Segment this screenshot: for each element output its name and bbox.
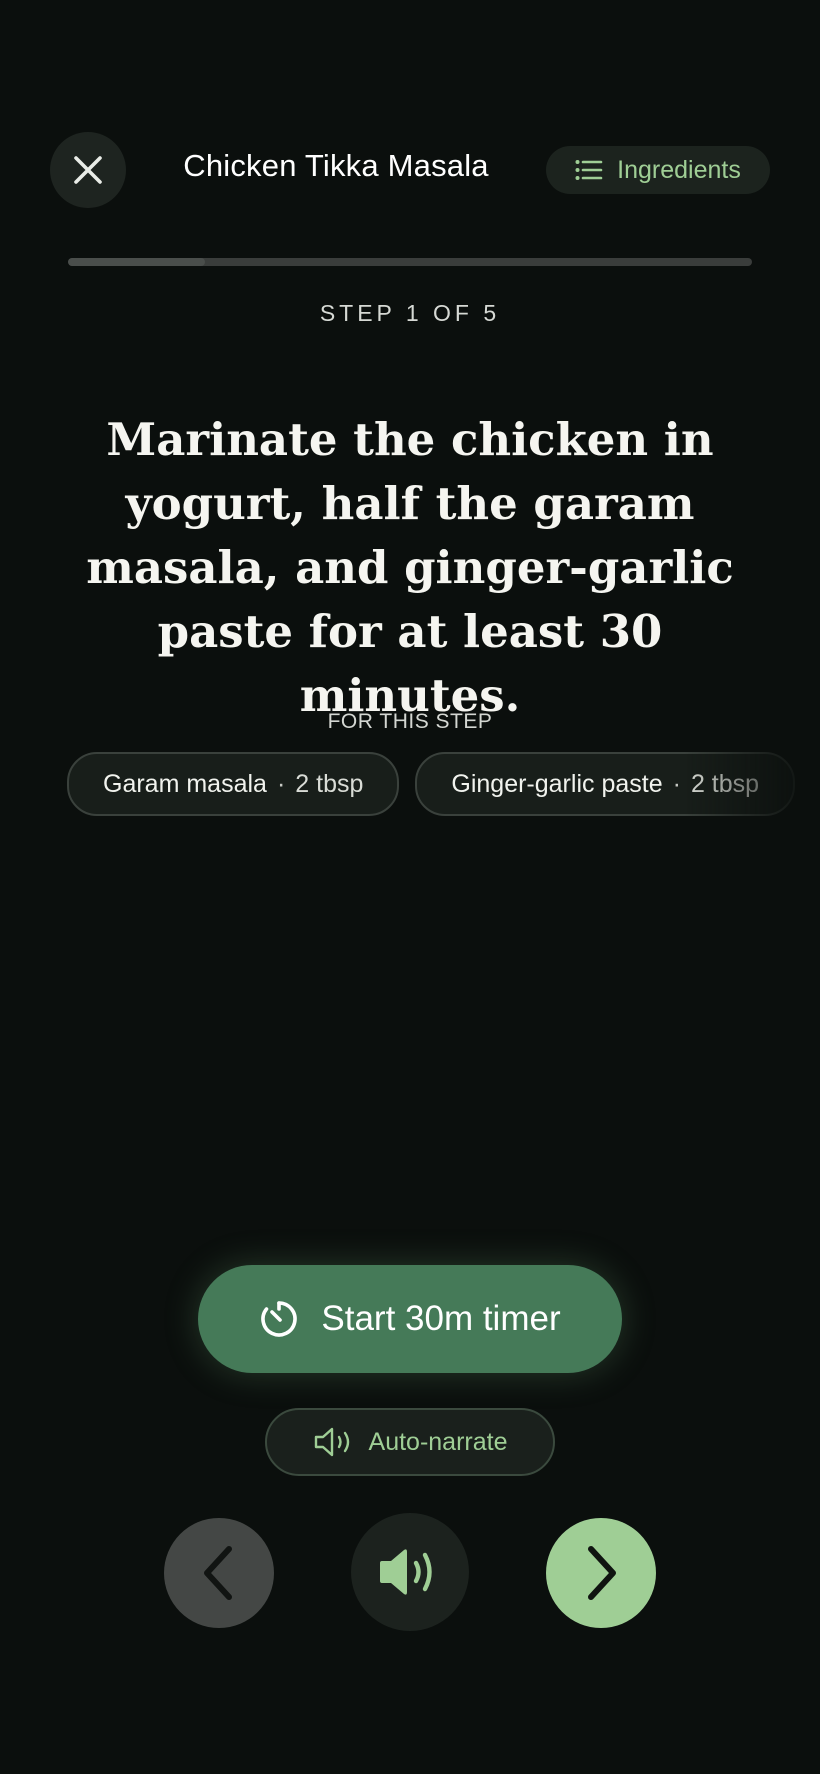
ingredient-quantity: 2 tbsp xyxy=(690,769,760,798)
close-icon xyxy=(74,156,102,184)
recipe-title: Chicken Tikka Masala xyxy=(183,148,489,183)
ingredient-name: Garam masala xyxy=(103,769,267,798)
ingredients-button[interactable]: Ingredients xyxy=(546,146,770,194)
step-ingredient-chips: Garam masala · 2 tbsp Ginger-garlic past… xyxy=(67,752,820,816)
ingredient-quantity: 2 tbsp xyxy=(295,769,364,798)
step-instruction: Marinate the chicken in yogurt, half the… xyxy=(86,413,734,722)
cooking-step-screen: Chicken Tikka Masala Ingredients STEP 1 … xyxy=(0,0,820,1774)
for-this-step-heading: FOR THIS STEP xyxy=(327,710,493,733)
speaker-outline-icon xyxy=(314,1427,349,1457)
ingredient-name: Ginger-garlic paste xyxy=(451,769,663,798)
list-icon xyxy=(575,160,603,180)
chevron-left-icon xyxy=(204,1546,232,1600)
next-step-button[interactable] xyxy=(546,1518,656,1628)
step-progress-fill xyxy=(68,258,205,266)
ingredient-separator: · xyxy=(276,769,286,798)
start-timer-label: Start 30m timer xyxy=(321,1299,561,1338)
start-timer-button[interactable]: Start 30m timer xyxy=(198,1265,622,1373)
read-aloud-button[interactable] xyxy=(351,1513,469,1631)
ingredients-button-label: Ingredients xyxy=(617,155,741,184)
auto-narrate-toggle[interactable]: Auto-narrate xyxy=(265,1408,555,1476)
step-progress-bar xyxy=(68,258,752,266)
previous-step-button[interactable] xyxy=(164,1518,274,1628)
close-button[interactable] xyxy=(50,132,126,208)
ingredient-separator: · xyxy=(672,769,681,798)
step-counter: STEP 1 OF 5 xyxy=(319,300,501,326)
ingredient-chip[interactable]: Garam masala · 2 tbsp xyxy=(67,752,400,816)
auto-narrate-label: Auto-narrate xyxy=(368,1427,508,1456)
chevron-right-icon xyxy=(588,1546,616,1600)
timer-icon xyxy=(261,1301,298,1337)
speaker-icon xyxy=(380,1549,432,1595)
ingredient-chip[interactable]: Ginger-garlic paste · 2 tbsp xyxy=(415,752,796,816)
